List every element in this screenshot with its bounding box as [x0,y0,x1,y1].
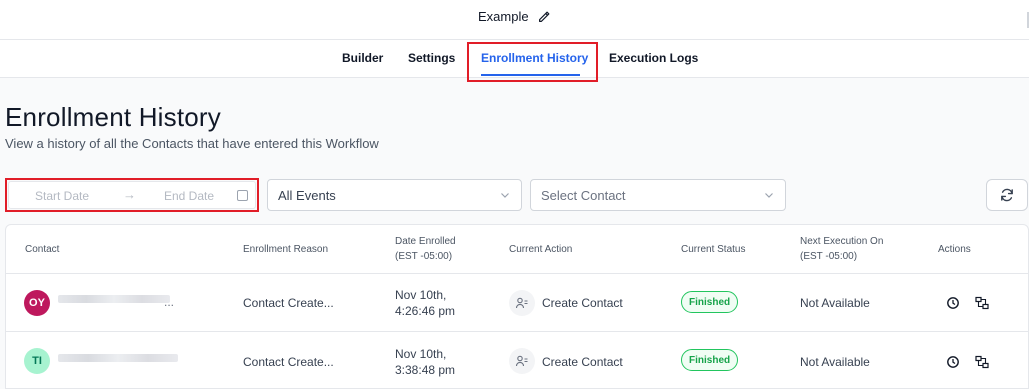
refresh-button[interactable] [986,179,1028,211]
avatar: OY [24,290,50,316]
contact-name-ellipsis: ... [164,295,175,309]
enrollment-reason: Contact Create... [243,296,334,310]
page-subtitle: View a history of all the Contacts that … [5,136,379,151]
col-header-next-execution-label: Next Execution On [800,236,884,247]
row-divider [6,331,1029,332]
chevron-down-icon [765,193,773,198]
date-enrolled: Nov 10th, 3:38:48 pm [395,346,455,378]
status-badge: Finished [681,349,739,371]
header-divider [6,273,1029,274]
date-enrolled-time: 4:26:46 pm [395,304,456,318]
contact-action-icon [509,348,535,374]
enrollment-table: Contact Enrollment Reason Date Enrolled … [5,224,1029,389]
refresh-icon [1001,188,1013,202]
workflow-step-icon[interactable] [975,296,989,310]
history-icon[interactable] [946,296,960,310]
workflow-header: Example [0,0,1029,40]
tab-builder[interactable]: Builder [342,51,383,65]
col-header-current-action: Current Action [509,244,573,255]
col-header-next-execution-tz: (EST -05:00) [800,251,858,262]
pencil-icon[interactable] [537,10,551,24]
contact-select[interactable]: Select Contact [530,179,786,211]
date-enrolled-time: 3:38:48 pm [395,363,456,377]
contact-select-placeholder: Select Contact [541,188,626,203]
col-header-next-execution: Next Execution On (EST -05:00) [800,234,883,264]
page-title: Enrollment History [5,102,221,132]
redacted-contact-name [58,295,170,303]
workflow-step-icon[interactable] [975,355,989,369]
contact-action-icon [509,290,535,316]
chevron-down-icon [501,193,509,198]
date-enrolled: Nov 10th, 4:26:46 pm [395,287,455,319]
col-header-current-status: Current Status [681,244,746,255]
date-enrolled-day: Nov 10th, [395,347,447,361]
date-range-highlight-box [5,178,259,212]
tab-execution-logs[interactable]: Execution Logs [609,51,698,65]
current-action-label: Create Contact [542,296,623,310]
col-header-contact: Contact [25,244,60,255]
current-action-label: Create Contact [542,355,623,369]
workflow-name: Example [478,9,529,24]
redacted-contact-name [58,354,178,362]
tab-settings[interactable]: Settings [408,51,455,65]
col-header-date-enrolled: Date Enrolled (EST -05:00) [395,234,456,264]
col-header-actions: Actions [938,244,971,255]
col-header-date-enrolled-tz: (EST -05:00) [395,251,453,262]
tab-highlight-box [467,42,598,82]
next-execution: Not Available [800,355,870,369]
history-icon[interactable] [946,355,960,369]
enrollment-reason: Contact Create... [243,355,334,369]
status-badge: Finished [681,291,739,313]
col-header-enrollment-reason: Enrollment Reason [243,244,329,255]
avatar: TI [24,348,50,374]
next-execution: Not Available [800,296,870,310]
workflow-title-group: Example [478,9,551,24]
col-header-date-enrolled-label: Date Enrolled [395,236,456,247]
events-select[interactable]: All Events [267,179,522,211]
date-enrolled-day: Nov 10th, [395,288,447,302]
events-select-value: All Events [278,188,336,203]
